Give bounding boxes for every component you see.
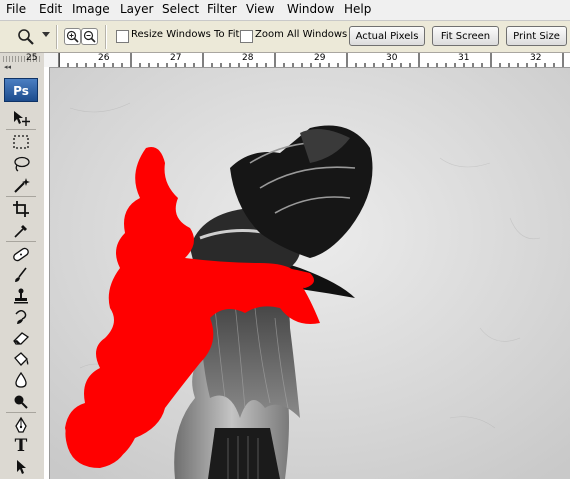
ruler-label: 27: [170, 53, 182, 63]
menu-window[interactable]: Window: [287, 2, 334, 16]
history-brush-icon: [15, 310, 27, 324]
eraser-tool[interactable]: [9, 328, 33, 348]
crop-icon: [13, 201, 29, 217]
menu-image[interactable]: Image: [72, 2, 110, 16]
path-selection-tool[interactable]: [9, 457, 33, 477]
eyedropper-icon: [14, 225, 27, 238]
ps-logo[interactable]: Ps: [4, 78, 38, 102]
tool-separator: [6, 412, 36, 413]
document-canvas[interactable]: [50, 68, 570, 479]
lasso-icon: [14, 156, 30, 172]
pen-tool[interactable]: [9, 415, 33, 435]
brush-icon: [15, 267, 27, 282]
tools-panel: ◂◂ Ps T: [0, 53, 45, 479]
menu-edit[interactable]: Edit: [39, 2, 62, 16]
history-brush-tool[interactable]: [9, 307, 33, 327]
menu-layer[interactable]: Layer: [120, 2, 153, 16]
zoom-icon: [18, 29, 34, 45]
resize-windows-checkbox[interactable]: [116, 30, 129, 43]
horizontal-ruler: 25 26 27 28 29 30 31 32: [26, 53, 570, 68]
ruler-label: 31: [458, 53, 470, 63]
path-selection-icon: [17, 460, 26, 474]
zoom-tool-preset-button[interactable]: [14, 27, 38, 47]
menu-file[interactable]: File: [6, 2, 26, 16]
menu-view[interactable]: View: [246, 2, 274, 16]
actual-pixels-button[interactable]: Actual Pixels: [349, 26, 425, 46]
options-bar: Resize Windows To Fit Zoom All Windows A…: [0, 21, 570, 53]
magic-wand-tool[interactable]: [9, 175, 33, 195]
magic-wand-icon: [14, 178, 30, 193]
marquee-icon: [13, 135, 29, 149]
zoom-in-button[interactable]: [64, 28, 81, 45]
ruler-label: 25: [26, 53, 38, 63]
zoom-all-windows-checkbox[interactable]: [240, 30, 253, 43]
chevron-down-icon[interactable]: [42, 32, 50, 37]
resize-windows-label: Resize Windows To Fit: [131, 29, 240, 40]
healing-brush-tool[interactable]: [9, 244, 33, 264]
move-tool[interactable]: [9, 108, 33, 128]
brush-tool[interactable]: [9, 265, 33, 285]
menu-help[interactable]: Help: [344, 2, 371, 16]
separator: [56, 25, 58, 49]
dodge-icon: [14, 395, 28, 409]
ruler-label: 28: [242, 53, 254, 63]
tool-separator: [6, 241, 36, 242]
healing-brush-icon: [13, 247, 29, 262]
clone-stamp-tool[interactable]: [9, 286, 33, 306]
zoom-out-icon: [83, 30, 96, 43]
menu-select[interactable]: Select: [162, 2, 199, 16]
print-size-button[interactable]: Print Size: [506, 26, 567, 46]
dodge-tool[interactable]: [9, 391, 33, 411]
collapse-arrows-icon[interactable]: ◂◂: [4, 63, 11, 71]
separator: [105, 25, 107, 49]
zoom-in-icon: [66, 30, 79, 43]
fit-screen-button[interactable]: Fit Screen: [432, 26, 499, 46]
ruler-label: 26: [98, 53, 110, 63]
eraser-icon: [13, 332, 30, 345]
artwork: [50, 68, 570, 479]
zoom-all-windows-label: Zoom All Windows: [255, 29, 348, 40]
ruler-label: 32: [530, 53, 542, 63]
tool-separator: [6, 196, 36, 197]
pen-icon: [15, 416, 27, 433]
ruler-label: 30: [386, 53, 398, 63]
tool-separator: [6, 129, 36, 130]
ruler-ticks: [58, 53, 564, 67]
type-tool[interactable]: T: [9, 436, 33, 456]
clone-stamp-icon: [14, 288, 28, 304]
move-icon: [14, 111, 30, 126]
blur-icon: [15, 371, 27, 388]
paint-bucket-icon: [14, 352, 29, 366]
menu-bar: File Edit Image Layer Select Filter View…: [0, 0, 570, 21]
paint-bucket-tool[interactable]: [9, 349, 33, 369]
lasso-tool[interactable]: [9, 154, 33, 174]
menu-filter[interactable]: Filter: [207, 2, 237, 16]
blur-tool[interactable]: [9, 370, 33, 390]
marquee-tool[interactable]: [9, 132, 33, 152]
crop-tool[interactable]: [9, 199, 33, 219]
ruler-label: 29: [314, 53, 326, 63]
zoom-out-button[interactable]: [81, 28, 98, 45]
eyedropper-tool[interactable]: [9, 220, 33, 240]
